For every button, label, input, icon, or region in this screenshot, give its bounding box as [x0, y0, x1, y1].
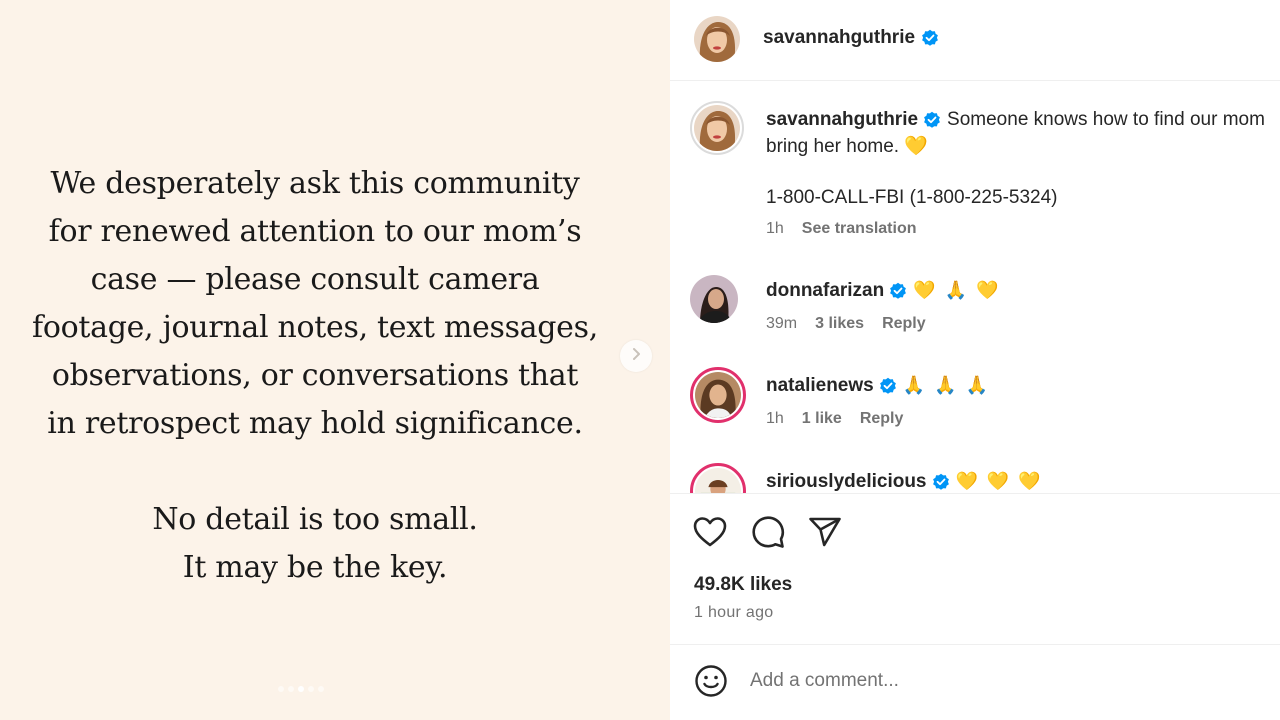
post-likes-count[interactable]: 49.8K likes	[694, 574, 792, 596]
comment-body: natalienews 🙏 🙏 🙏 1h 1 like Reply	[766, 372, 1280, 432]
comment-body: donnafarizan 💛 🙏 💛 39m 3 likes Reply	[766, 277, 1280, 337]
caption-text: Someone knows how to find our mom	[947, 109, 1265, 130]
comment-text: 💛 💛 💛	[955, 471, 1043, 491]
timestamp[interactable]: 39m	[766, 310, 797, 337]
comments-list[interactable]: savannahguthrie Someone knows how to fin…	[670, 81, 1280, 493]
chevron-right-icon	[629, 347, 643, 366]
carousel-dot	[318, 686, 324, 692]
carousel-dot	[288, 686, 294, 692]
quote-line: We desperately ask this community	[50, 166, 580, 201]
timestamp[interactable]: 1h	[766, 215, 784, 242]
quote-line: in retrospect may hold significance.	[47, 406, 583, 441]
comment-username-wrap: siriouslydelicious	[766, 468, 950, 493]
carousel-dot-active	[298, 686, 304, 692]
likes-count[interactable]: 1 like	[802, 405, 842, 432]
username[interactable]: savannahguthrie	[766, 106, 918, 133]
post-header: savannahguthrie	[670, 0, 1280, 81]
caption-username-wrap: savannahguthrie	[766, 106, 941, 133]
comment-username-wrap: natalienews	[766, 372, 897, 399]
next-slide-button[interactable]	[620, 340, 652, 372]
quote-line: observations, or conversations that	[51, 358, 579, 393]
post-timestamp[interactable]: 1 hour ago	[694, 604, 774, 622]
emoji-picker-button[interactable]	[694, 664, 728, 698]
likes-count[interactable]: 3 likes	[815, 310, 864, 337]
post-media[interactable]: We desperately ask this community for re…	[0, 0, 670, 720]
like-button[interactable]	[692, 514, 728, 550]
username[interactable]: savannahguthrie	[763, 27, 915, 49]
post-actions: 49.8K likes 1 hour ago	[670, 493, 1280, 645]
caption-meta: 1h See translation	[766, 215, 1280, 242]
share-icon	[807, 514, 843, 550]
caption-text-line2: bring her home. 💛	[766, 136, 929, 157]
comment-button[interactable]	[750, 514, 786, 550]
caption-phone: 1-800-CALL-FBI (1-800-225-5324)	[766, 187, 1058, 208]
comment-input[interactable]	[750, 666, 1230, 696]
comment-line: natalienews 🙏 🙏 🙏	[766, 372, 1280, 399]
quote-line: for renewed attention to our mom’s	[48, 214, 582, 249]
caption-line: savannahguthrie Someone knows how to fin…	[766, 106, 1280, 133]
avatar[interactable]	[690, 463, 746, 493]
comment-line: siriouslydelicious 💛 💛 💛	[766, 468, 1280, 493]
quote-text-secondary: No detail is too small. It may be the ke…	[0, 496, 630, 592]
comment-meta: 1h 1 like Reply	[766, 405, 1280, 432]
share-button[interactable]	[807, 514, 843, 550]
quote-line: case — please consult camera	[90, 262, 540, 297]
verified-badge-icon	[932, 473, 950, 491]
add-comment-bar	[670, 644, 1280, 720]
quote-line: No detail is too small.	[152, 502, 478, 537]
heart-icon	[692, 514, 728, 550]
avatar[interactable]	[690, 101, 744, 155]
avatar[interactable]	[690, 367, 746, 423]
carousel-dots	[278, 686, 324, 692]
comment-meta: 39m 3 likes Reply	[766, 310, 1280, 337]
comment-icon	[750, 514, 786, 550]
verified-badge-icon	[889, 282, 907, 300]
quote-line: footage, journal notes, text messages,	[32, 310, 598, 345]
verified-badge-icon	[879, 377, 897, 395]
carousel-dot	[308, 686, 314, 692]
verified-badge-icon	[923, 111, 941, 129]
username[interactable]: donnafarizan	[766, 277, 884, 304]
see-translation-button[interactable]: See translation	[802, 215, 917, 242]
carousel-dot	[278, 686, 284, 692]
timestamp[interactable]: 1h	[766, 405, 784, 432]
verified-badge-icon	[921, 29, 939, 47]
comment-text: 🙏 🙏 🙏	[902, 375, 990, 395]
comment-body: siriouslydelicious 💛 💛 💛	[766, 468, 1280, 493]
header-username[interactable]: savannahguthrie	[763, 27, 939, 49]
avatar[interactable]	[694, 16, 740, 62]
smile-icon	[694, 664, 728, 698]
avatar[interactable]	[690, 275, 738, 323]
post-sidebar: savannahguthrie savannahguthrie Someone …	[670, 0, 1280, 720]
username[interactable]: siriouslydelicious	[766, 468, 927, 493]
reply-button[interactable]: Reply	[860, 405, 904, 432]
quote-text: We desperately ask this community for re…	[0, 160, 630, 448]
comment-line: donnafarizan 💛 🙏 💛	[766, 277, 1280, 304]
comment-username-wrap: donnafarizan	[766, 277, 907, 304]
comment-text: 💛 🙏 💛	[913, 280, 1001, 300]
caption-body: savannahguthrie Someone knows how to fin…	[766, 106, 1280, 242]
quote-line: It may be the key.	[182, 550, 448, 585]
username[interactable]: natalienews	[766, 372, 874, 399]
reply-button[interactable]: Reply	[882, 310, 926, 337]
